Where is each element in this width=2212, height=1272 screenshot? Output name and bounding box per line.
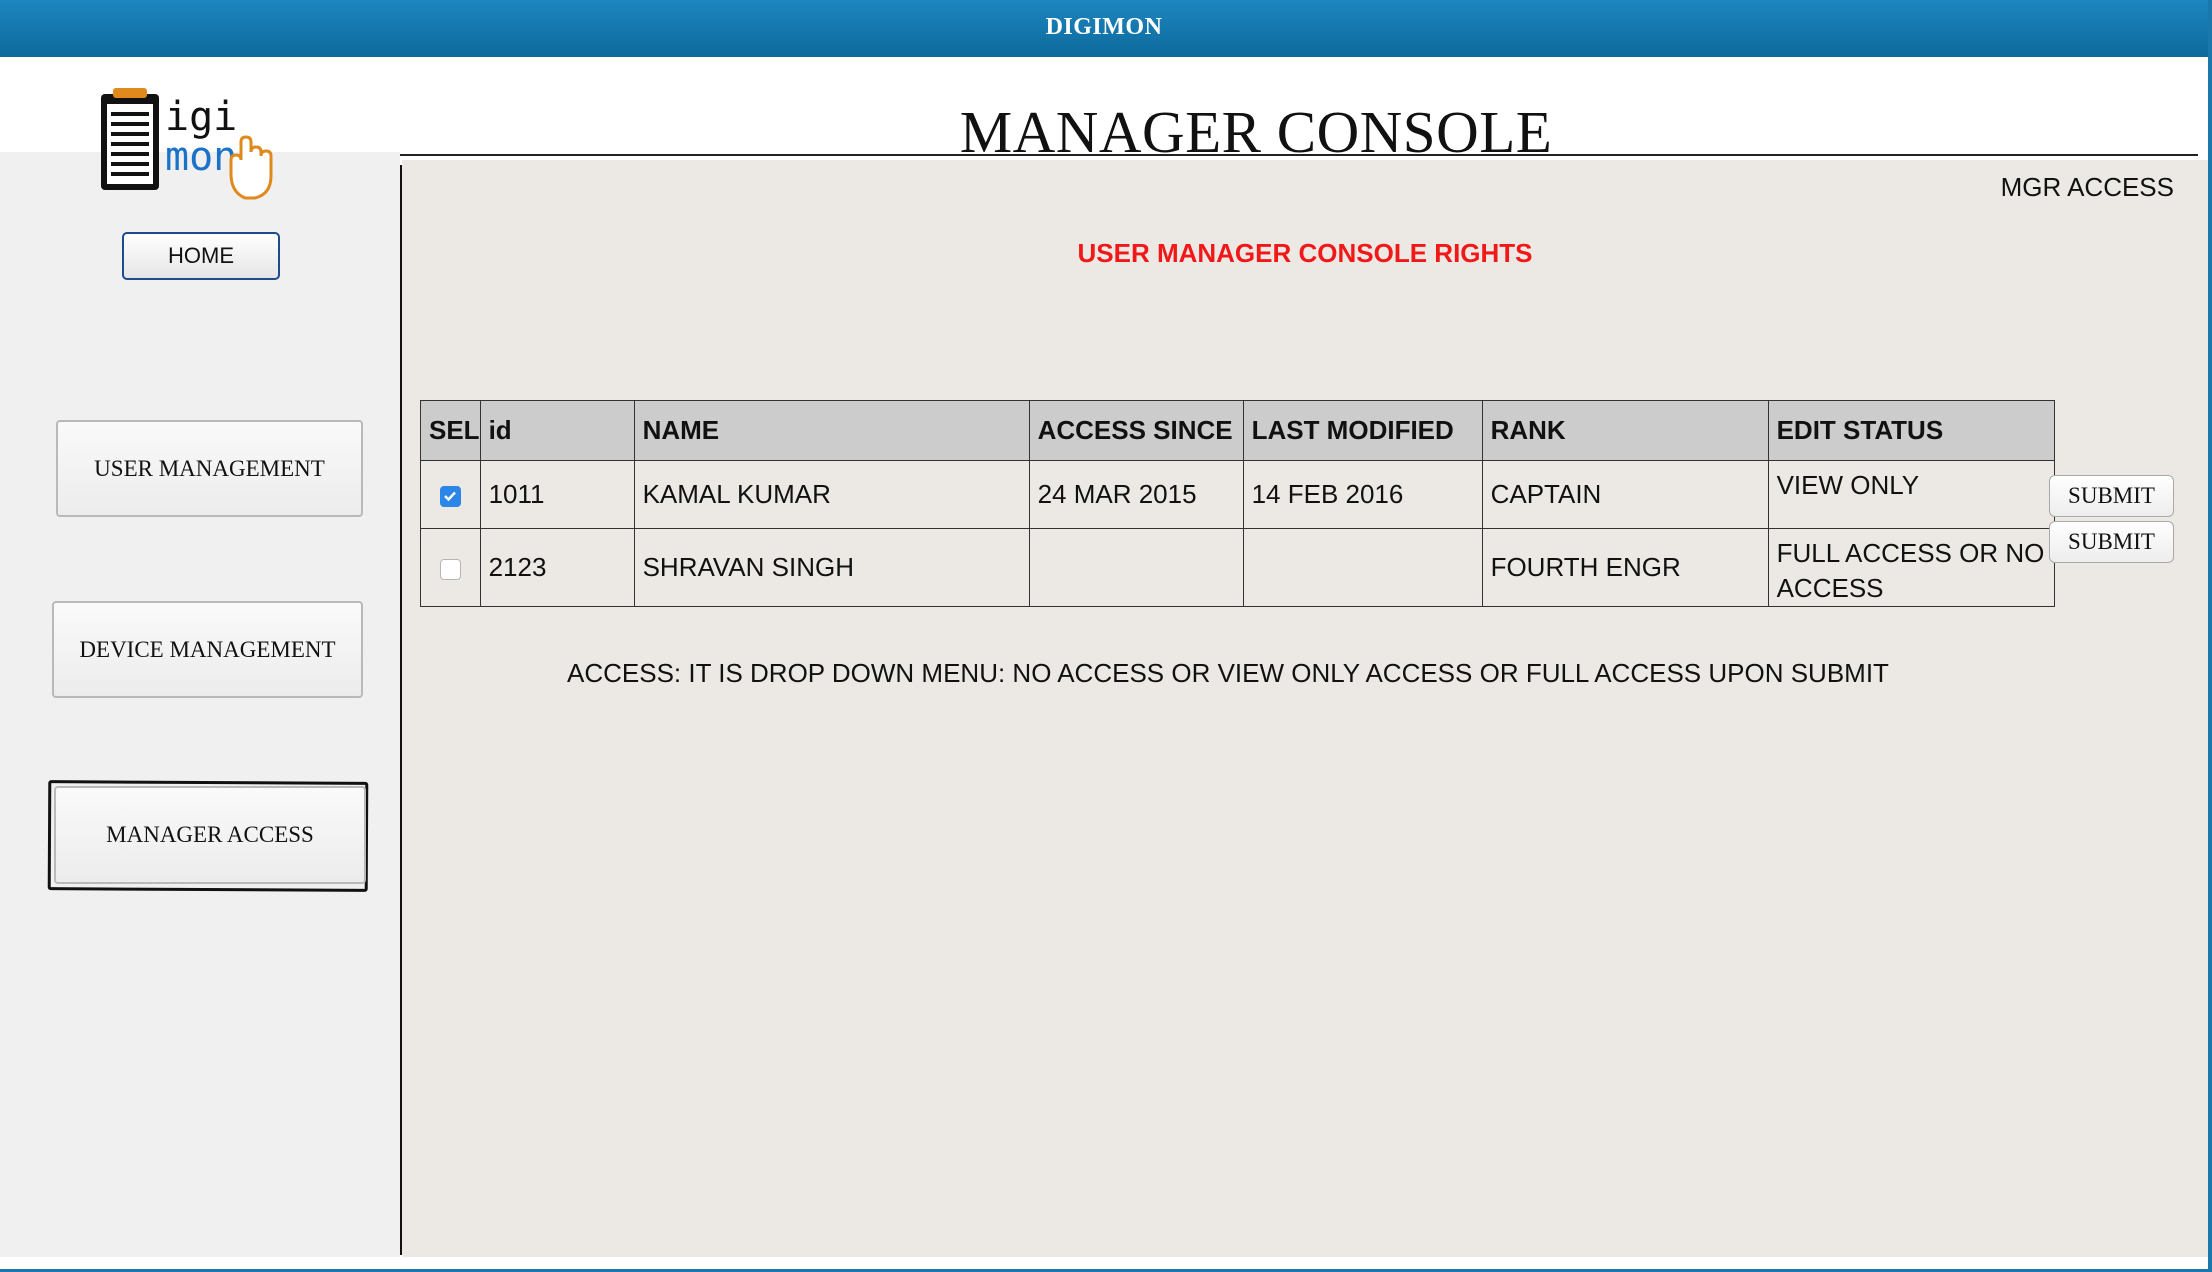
select-cell <box>420 460 481 529</box>
last-modified-cell <box>1242 528 1483 607</box>
user-management-button[interactable]: USER MANAGEMENT <box>56 420 363 517</box>
edit-status-dropdown[interactable]: VIEW ONLY <box>1767 460 2055 529</box>
page-title: MANAGER CONSOLE <box>959 99 1553 165</box>
select-cell <box>420 528 481 607</box>
column-header-edit-status: EDIT STATUS <box>1767 400 2055 461</box>
submit-button-row-1[interactable]: SUBMIT <box>2049 475 2174 517</box>
access-level-label: MGR ACCESS <box>2000 172 2174 202</box>
device-management-button[interactable]: DEVICE MANAGEMENT <box>52 601 363 698</box>
access-note: ACCESS: IT IS DROP DOWN MENU: NO ACCESS … <box>567 658 1889 688</box>
user-rights-table: SEL id NAME ACCESS SINCE LAST MODIFIED R… <box>420 400 2055 607</box>
column-header-sel: SEL <box>420 400 481 461</box>
id-cell: 1011 <box>479 460 635 529</box>
home-button[interactable]: HOME <box>122 232 280 280</box>
window-title-bar: DIGIMON <box>0 0 2208 57</box>
column-header-rank: RANK <box>1481 400 1769 461</box>
id-cell: 2123 <box>479 528 635 607</box>
table-row: 1011 KAMAL KUMAR 24 MAR 2015 14 FEB 2016… <box>420 460 2055 529</box>
svg-text:mon: mon <box>165 134 237 180</box>
column-header-access-since: ACCESS SINCE <box>1028 400 1244 461</box>
table-header-row: SEL id NAME ACCESS SINCE LAST MODIFIED R… <box>420 400 2055 461</box>
title-divider <box>400 154 2198 156</box>
name-cell: SHRAVAN SINGH <box>633 528 1030 607</box>
submit-button-row-2[interactable]: SUBMIT <box>2049 521 2174 563</box>
digimon-logo: igi mon <box>101 88 273 200</box>
sidebar <box>0 152 400 1257</box>
column-header-name: NAME <box>633 400 1030 461</box>
row-select-checkbox[interactable] <box>439 485 461 507</box>
window-title: DIGIMON <box>1045 14 1163 40</box>
section-heading: USER MANAGER CONSOLE RIGHTS <box>1077 238 1533 268</box>
checkmark-icon <box>443 491 456 501</box>
manager-access-button[interactable]: MANAGER ACCESS <box>54 786 366 884</box>
main-content-panel <box>402 160 2208 1257</box>
last-modified-cell: 14 FEB 2016 <box>1242 460 1483 529</box>
column-header-last-modified: LAST MODIFIED <box>1242 400 1483 461</box>
access-since-cell <box>1028 528 1244 607</box>
edit-status-dropdown[interactable]: FULL ACCESS OR NO ACCESS <box>1767 528 2055 607</box>
rank-cell: CAPTAIN <box>1481 460 1769 529</box>
table-row: 2123 SHRAVAN SINGH FOURTH ENGR FULL ACCE… <box>420 528 2055 607</box>
window-border-right <box>2208 0 2212 1272</box>
name-cell: KAMAL KUMAR <box>633 460 1030 529</box>
column-header-id: id <box>479 400 635 461</box>
row-select-checkbox[interactable] <box>439 558 461 580</box>
access-since-cell: 24 MAR 2015 <box>1028 460 1244 529</box>
rank-cell: FOURTH ENGR <box>1481 528 1769 607</box>
